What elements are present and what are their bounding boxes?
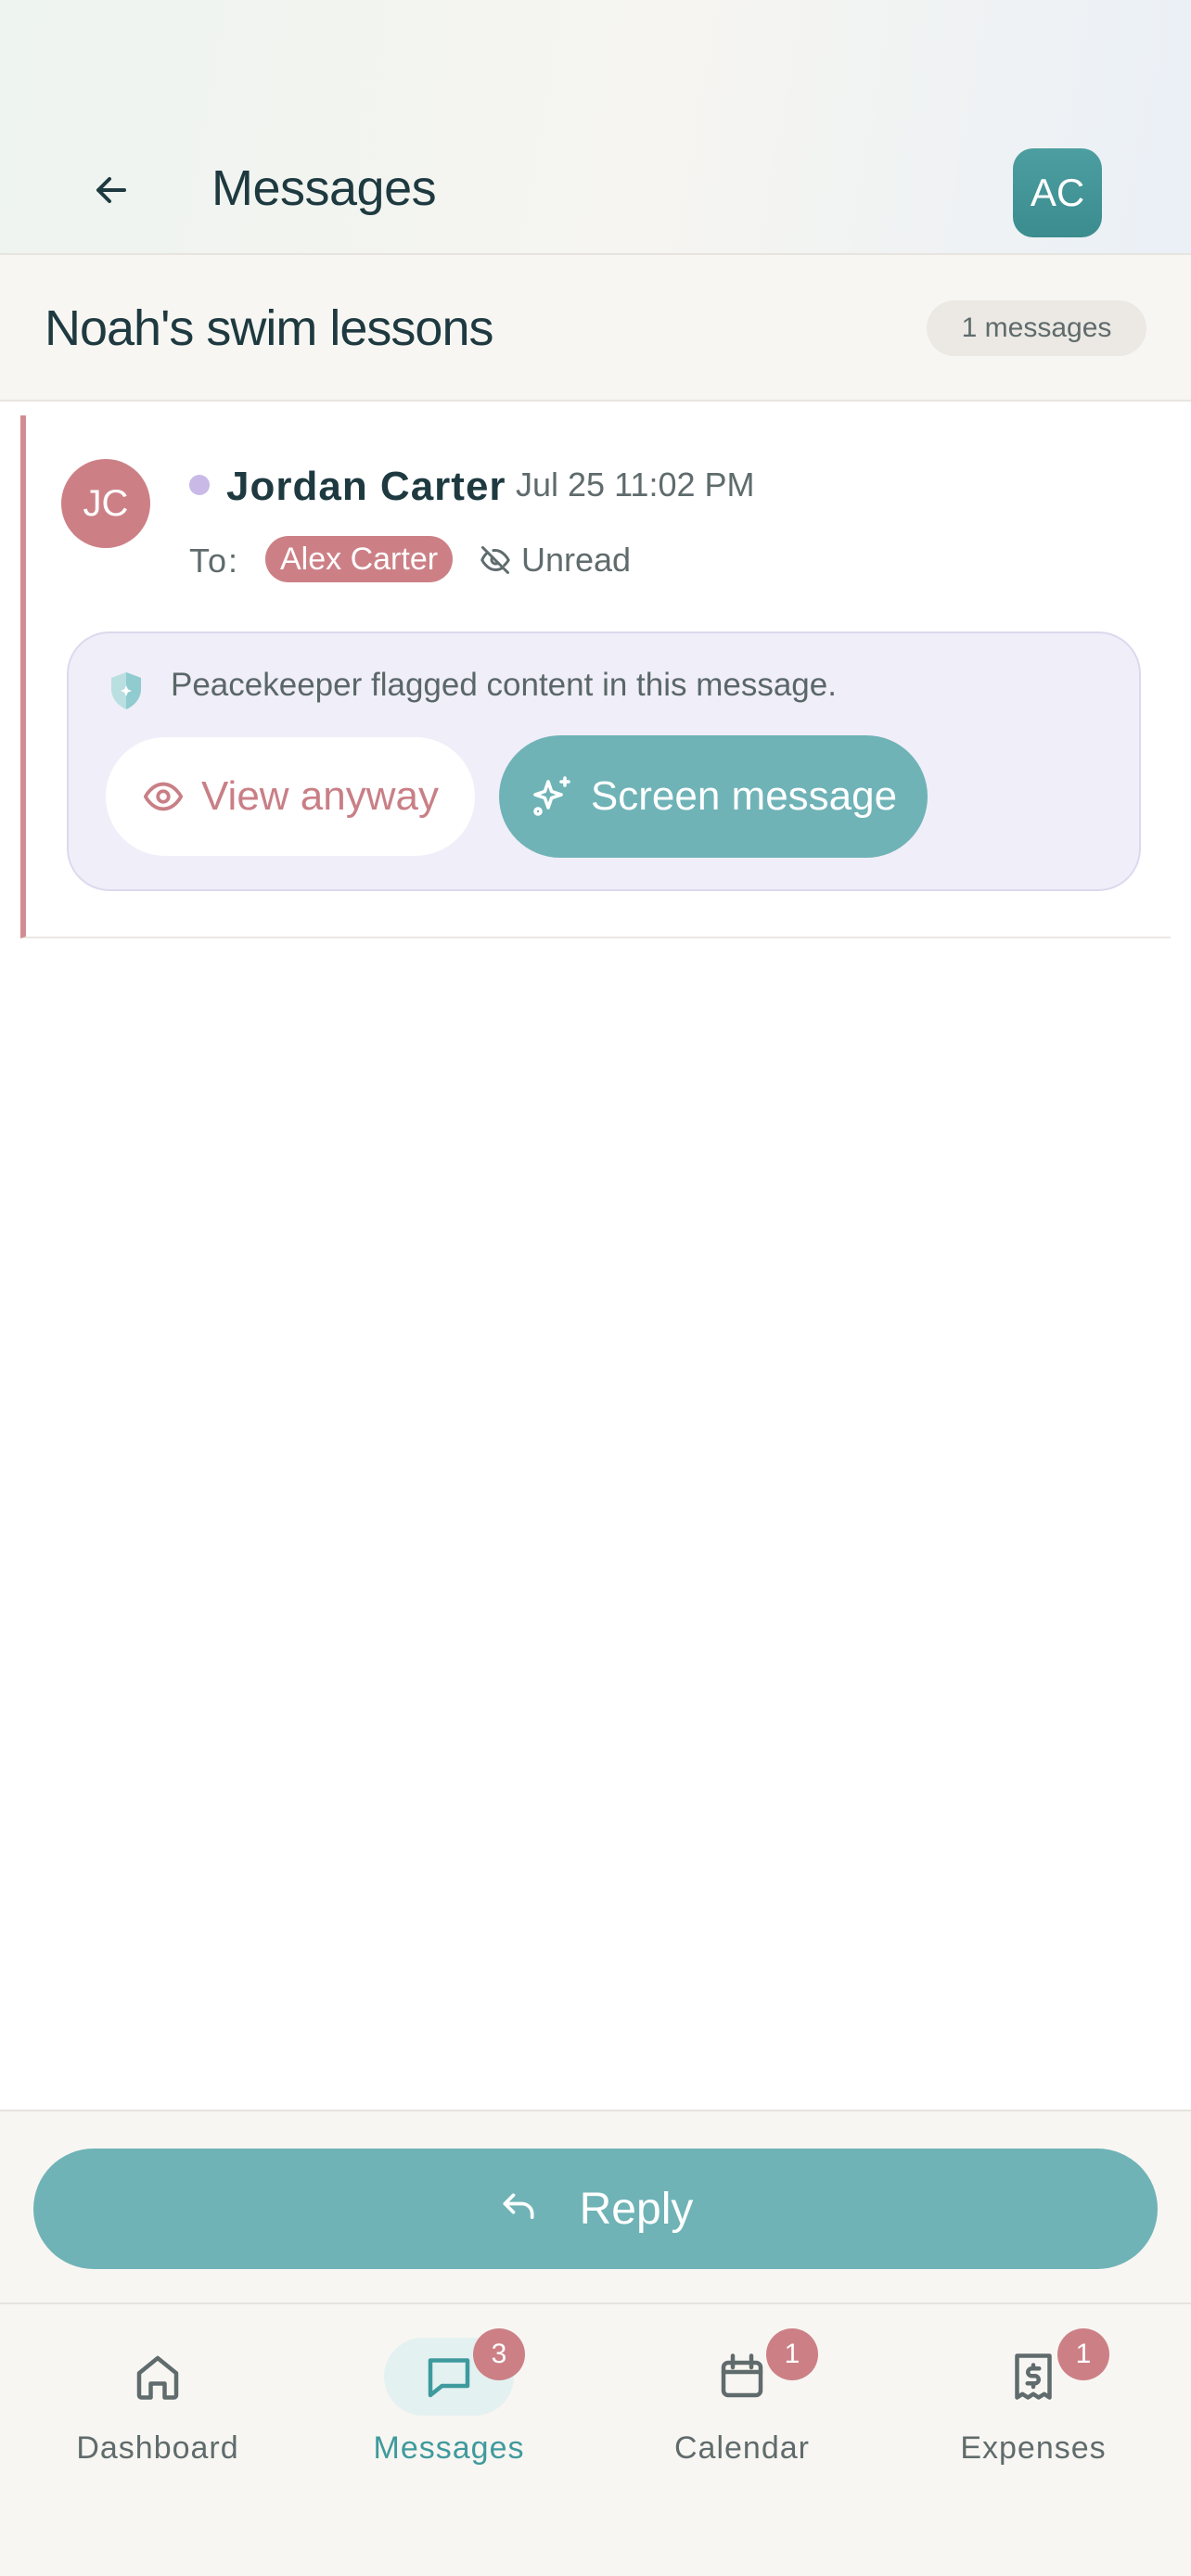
sender-name: Jordan Carter (226, 464, 506, 509)
nav-calendar-label: Calendar (674, 2430, 810, 2466)
read-status-label: Unread (521, 541, 632, 579)
message-count-badge: 1 messages (927, 300, 1146, 356)
screen-message-label: Screen message (590, 773, 898, 819)
receipt-icon (1015, 2353, 1052, 2400)
message-timestamp: Jul 25 11:02 PM (516, 465, 755, 504)
user-avatar[interactable]: AC (1013, 148, 1102, 237)
nav-expenses-label: Expenses (960, 2430, 1107, 2466)
nav-messages[interactable]: 3 Messages (328, 2328, 570, 2486)
nav-expenses[interactable]: 1 Expenses (913, 2328, 1154, 2486)
reply-button[interactable]: Reply (33, 2149, 1158, 2269)
message-item: JC Jordan Carter Jul 25 11:02 PM To: Ale… (20, 415, 1171, 938)
flagged-content-notice: Peacekeeper flagged content in this mess… (67, 631, 1141, 891)
page-title: Messages (211, 160, 437, 216)
view-anyway-label: View anyway (201, 773, 439, 819)
nav-calendar[interactable]: 1 Calendar (621, 2328, 863, 2486)
reply-label: Reply (579, 2184, 694, 2234)
nav-calendar-badge: 1 (766, 2328, 818, 2380)
flag-notice-text: Peacekeeper flagged content in this mess… (171, 667, 837, 703)
sender-avatar: JC (61, 459, 150, 548)
nav-dashboard-icon-wrap (93, 2338, 223, 2416)
nav-dashboard[interactable]: Dashboard (37, 2338, 278, 2486)
recipient-chip: Alex Carter (265, 536, 454, 582)
home-icon (136, 2355, 179, 2400)
nav-messages-label: Messages (373, 2430, 525, 2466)
eye-off-icon (480, 546, 510, 574)
to-label: To: (189, 542, 240, 580)
messages-screen: Messages AC Noah's swim lessons 1 messag… (0, 0, 1191, 2576)
view-anyway-button[interactable]: View anyway (106, 737, 475, 856)
presence-dot (189, 475, 210, 495)
thread-subject-bar: Noah's swim lessons 1 messages (0, 255, 1191, 402)
back-button[interactable] (74, 153, 148, 227)
nav-dashboard-label: Dashboard (76, 2430, 239, 2466)
shield-icon (111, 672, 141, 709)
eye-icon (143, 782, 184, 811)
calendar-icon (721, 2353, 763, 2398)
read-status: Unread (479, 537, 631, 583)
nav-expenses-badge: 1 (1057, 2328, 1109, 2380)
arrow-left-icon (96, 177, 126, 203)
bottom-navigation: Dashboard 3 Messages 1 Calendar 1 Expens… (0, 2304, 1191, 2576)
app-header: Messages AC (0, 0, 1191, 255)
thread-subject: Noah's swim lessons (45, 300, 493, 356)
message-icon (428, 2358, 470, 2398)
reply-bar: Reply (0, 2110, 1191, 2304)
nav-messages-badge: 3 (473, 2328, 525, 2380)
screen-message-button[interactable]: Screen message (499, 735, 928, 858)
sparkles-icon (533, 776, 570, 816)
reply-icon (503, 2193, 534, 2219)
